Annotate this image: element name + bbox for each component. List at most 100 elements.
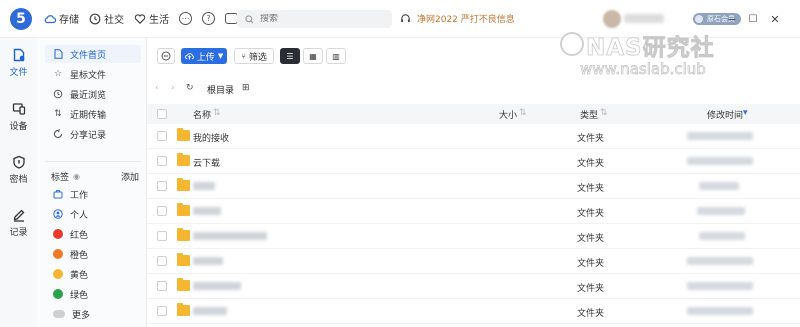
file-name-blurred[interactable]: [193, 232, 267, 240]
sidebar-item-starred[interactable]: ☆ 星标文件: [45, 65, 141, 83]
file-name-blurred[interactable]: [193, 257, 223, 265]
forward-icon[interactable]: ›: [171, 83, 175, 93]
row-checkbox[interactable]: [157, 181, 167, 191]
left-rail: 文件 设备 密档 记录: [0, 38, 37, 327]
filter-label: 筛选: [248, 52, 267, 63]
row-checkbox[interactable]: [157, 231, 167, 241]
pen-icon: [13, 209, 24, 222]
sort-icon[interactable]: ⇅: [519, 108, 527, 118]
list-view-button[interactable]: ☰: [280, 48, 300, 64]
sidebar-item-home[interactable]: 文件首页: [45, 45, 141, 63]
minimize-button[interactable]: −: [725, 12, 739, 26]
file-type: 文件夹: [577, 184, 605, 194]
rail-item-vault[interactable]: 密档: [0, 155, 37, 185]
row-checkbox[interactable]: [157, 256, 167, 266]
search-box[interactable]: [237, 10, 392, 28]
rail-item-device[interactable]: 设备: [0, 102, 37, 132]
file-name-blurred[interactable]: [193, 282, 241, 290]
tag-personal[interactable]: 个人: [45, 205, 141, 223]
table-row[interactable]: 文件夹: [147, 174, 800, 199]
file-name[interactable]: 我的接收: [193, 131, 229, 144]
tag-red[interactable]: 红色: [45, 225, 141, 243]
row-checkbox[interactable]: [157, 156, 167, 166]
back-icon[interactable]: ‹: [155, 83, 159, 93]
tags-title: 标签: [51, 173, 70, 183]
headset-icon: [401, 14, 410, 23]
nav-social-label: 社交: [104, 15, 124, 26]
select-all-checkbox[interactable]: [157, 109, 167, 119]
table-row[interactable]: 文件夹: [147, 274, 800, 299]
refresh-icon[interactable]: ↻: [186, 83, 194, 93]
folder-icon: [177, 178, 190, 191]
file-type: 文件夹: [577, 234, 605, 244]
tag-label: 工作: [70, 190, 89, 201]
share-icon: [53, 129, 63, 139]
tag-more[interactable]: 更多: [45, 305, 141, 323]
close-button[interactable]: ✕: [768, 12, 782, 26]
eye-icon[interactable]: ◉: [73, 172, 80, 181]
sort-icon[interactable]: ⇅: [213, 108, 221, 118]
table-row[interactable]: 文件夹: [147, 299, 800, 324]
table-row[interactable]: 云下载 文件夹: [147, 149, 800, 174]
sidebar-item-recent[interactable]: 最近浏览: [45, 85, 141, 103]
col-name[interactable]: 名称: [193, 108, 211, 121]
row-checkbox[interactable]: [157, 131, 167, 141]
table-row[interactable]: 我的接收 文件夹: [147, 124, 800, 149]
tag-green[interactable]: 绿色: [45, 285, 141, 303]
tag-yellow[interactable]: 黄色: [45, 265, 141, 283]
file-name[interactable]: 云下载: [193, 156, 220, 169]
collapse-button[interactable]: [157, 48, 175, 64]
breadcrumb-root[interactable]: 根目录: [207, 83, 234, 96]
tags-add-button[interactable]: 添加: [121, 170, 139, 183]
sort-icon[interactable]: ⇅: [600, 108, 608, 118]
nav-social[interactable]: 社交: [89, 11, 124, 26]
table-row[interactable]: 文件夹: [147, 199, 800, 224]
file-time-blurred: [687, 132, 753, 140]
avatar[interactable]: [603, 10, 621, 28]
sidebar-item-share[interactable]: 分享记录: [45, 125, 141, 143]
rail-item-record[interactable]: 记录: [0, 208, 37, 238]
tag-label: 绿色: [70, 290, 89, 301]
col-time[interactable]: 修改时间: [707, 108, 743, 121]
username-blurred[interactable]: [624, 14, 664, 23]
search-input[interactable]: [260, 14, 380, 24]
file-name-blurred[interactable]: [193, 182, 215, 190]
search-icon: [245, 14, 254, 23]
sidebar-item-label: 星标文件: [70, 70, 107, 81]
file-name-blurred[interactable]: [193, 307, 227, 315]
file-name-blurred[interactable]: [193, 207, 221, 215]
help-icon[interactable]: ?: [202, 12, 215, 25]
table-row[interactable]: 文件夹: [147, 224, 800, 249]
maximize-button[interactable]: ☐: [746, 12, 760, 26]
tag-orange[interactable]: 橙色: [45, 245, 141, 263]
green-dot-icon: [53, 289, 63, 299]
nav-storage[interactable]: 存储: [44, 11, 79, 26]
col-size[interactable]: 大小: [499, 108, 517, 121]
sidebar-divider: [45, 161, 141, 162]
col-type[interactable]: 类型: [580, 108, 598, 121]
sidebar-item-label: 分享记录: [70, 130, 107, 141]
filter-button[interactable]: ⑂ 筛选: [234, 48, 274, 64]
table-row[interactable]: 文件夹: [147, 249, 800, 274]
rail-file-label: 文件: [9, 68, 28, 78]
new-folder-icon[interactable]: ⊞: [242, 83, 250, 93]
more-icon[interactable]: ⋯: [179, 12, 192, 25]
grid-view-button[interactable]: ▦: [303, 48, 323, 64]
tag-work[interactable]: 工作: [45, 185, 141, 203]
tag-label: 橙色: [70, 250, 89, 261]
row-checkbox[interactable]: [157, 281, 167, 291]
row-checkbox[interactable]: [157, 206, 167, 216]
file-time-blurred: [687, 282, 753, 290]
notice-banner[interactable]: 净网2022 严打不良信息: [400, 12, 515, 25]
upload-button[interactable]: 上传 ▼: [181, 48, 227, 64]
row-checkbox[interactable]: [157, 306, 167, 316]
app-logo[interactable]: 5: [10, 7, 32, 30]
nav-life[interactable]: 生活: [134, 11, 169, 26]
column-view-button[interactable]: ▥: [326, 48, 346, 64]
sidebar-item-transfer[interactable]: ⇅ 近期传输: [45, 105, 141, 123]
file-time-blurred: [687, 257, 753, 265]
grid-view-icon: ▦: [309, 51, 317, 61]
yellow-dot-icon: [53, 269, 63, 279]
sort-desc-icon[interactable]: ▾: [743, 108, 748, 118]
rail-item-file[interactable]: 文件: [0, 48, 37, 78]
